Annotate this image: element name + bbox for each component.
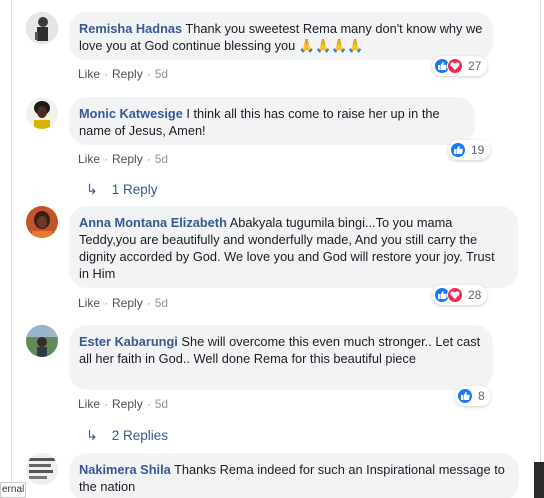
comment-author[interactable]: Remisha Hadnas <box>79 21 182 36</box>
comment-time[interactable]: 5d <box>155 397 168 411</box>
comment-bubble: Ester Kabarungi She will overcome this e… <box>69 325 493 390</box>
separator: · <box>104 397 109 411</box>
avatar-photo <box>26 206 58 238</box>
separator: · <box>104 296 109 310</box>
reaction-count: 8 <box>478 389 485 403</box>
separator: · <box>104 152 109 166</box>
edge-label: ernal <box>0 482 26 498</box>
comment-time[interactable]: 5d <box>155 296 168 310</box>
reaction-summary[interactable]: 19 <box>448 140 491 160</box>
reaction-summary[interactable]: 28 <box>432 285 488 305</box>
comment-actions: Like · Reply · 5d <box>78 67 168 81</box>
reply-link[interactable]: Reply <box>112 296 143 310</box>
avatar[interactable] <box>26 97 58 129</box>
scrollbar-edge <box>534 462 544 498</box>
comment-bubble: Remisha Hadnas Thank you sweetest Rema m… <box>69 12 493 60</box>
avatar-photo <box>26 325 58 357</box>
comment-time[interactable]: 5d <box>155 67 168 81</box>
view-replies-link[interactable]: ↳ 2 Replies <box>86 427 168 444</box>
right-divider <box>540 0 541 498</box>
comment-bubble: Anna Montana Elizabeth Abakyala tugumila… <box>69 206 518 288</box>
comment-author[interactable]: Monic Katwesige <box>79 106 183 121</box>
avatar[interactable] <box>26 206 58 238</box>
comment-emoji: 🙏🙏🙏🙏 <box>298 38 364 53</box>
reaction-count: 19 <box>471 143 485 157</box>
comment-actions: Like · Reply · 5d <box>78 296 168 310</box>
reaction-summary[interactable]: 27 <box>432 56 488 76</box>
separator: · <box>146 67 151 81</box>
like-reaction-icon <box>450 142 466 158</box>
like-reaction-icon <box>457 388 473 404</box>
avatar[interactable] <box>26 453 58 485</box>
avatar-photo <box>26 97 58 129</box>
like-link[interactable]: Like <box>78 152 100 166</box>
separator: · <box>146 296 151 310</box>
view-replies-link[interactable]: ↳ 1 Reply <box>86 181 158 198</box>
love-reaction-icon <box>447 58 463 74</box>
replies-count[interactable]: 2 Replies <box>112 428 168 443</box>
separator: · <box>146 397 151 411</box>
like-link[interactable]: Like <box>78 397 100 411</box>
reaction-count: 28 <box>468 288 482 302</box>
reply-link[interactable]: Reply <box>112 67 143 81</box>
reply-arrow-icon: ↳ <box>86 427 98 443</box>
comment-author[interactable]: Nakimera Shila <box>79 462 171 477</box>
comment-actions: Like · Reply · 5d <box>78 152 168 166</box>
love-reaction-icon <box>447 287 463 303</box>
comment-bubble: Nakimera Shila Thanks Rema indeed for su… <box>69 453 519 498</box>
like-link[interactable]: Like <box>78 67 100 81</box>
comment-author[interactable]: Anna Montana Elizabeth <box>79 215 227 230</box>
reply-link[interactable]: Reply <box>112 397 143 411</box>
reply-arrow-icon: ↳ <box>86 181 98 197</box>
reaction-summary[interactable]: 8 <box>455 386 491 406</box>
left-divider <box>11 0 12 498</box>
separator: · <box>104 67 109 81</box>
reply-link[interactable]: Reply <box>112 152 143 166</box>
separator: · <box>146 152 151 166</box>
comment-author[interactable]: Ester Kabarungi <box>79 334 178 349</box>
like-link[interactable]: Like <box>78 296 100 310</box>
avatar-photo <box>26 12 58 44</box>
avatar-photo <box>26 453 58 485</box>
avatar[interactable] <box>26 12 58 44</box>
reaction-count: 27 <box>468 59 482 73</box>
replies-count[interactable]: 1 Reply <box>112 182 158 197</box>
avatar[interactable] <box>26 325 58 357</box>
comment-time[interactable]: 5d <box>155 152 168 166</box>
comment-actions: Like · Reply · 5d <box>78 397 168 411</box>
comment-bubble: Monic Katwesige I think all this has com… <box>69 97 475 145</box>
